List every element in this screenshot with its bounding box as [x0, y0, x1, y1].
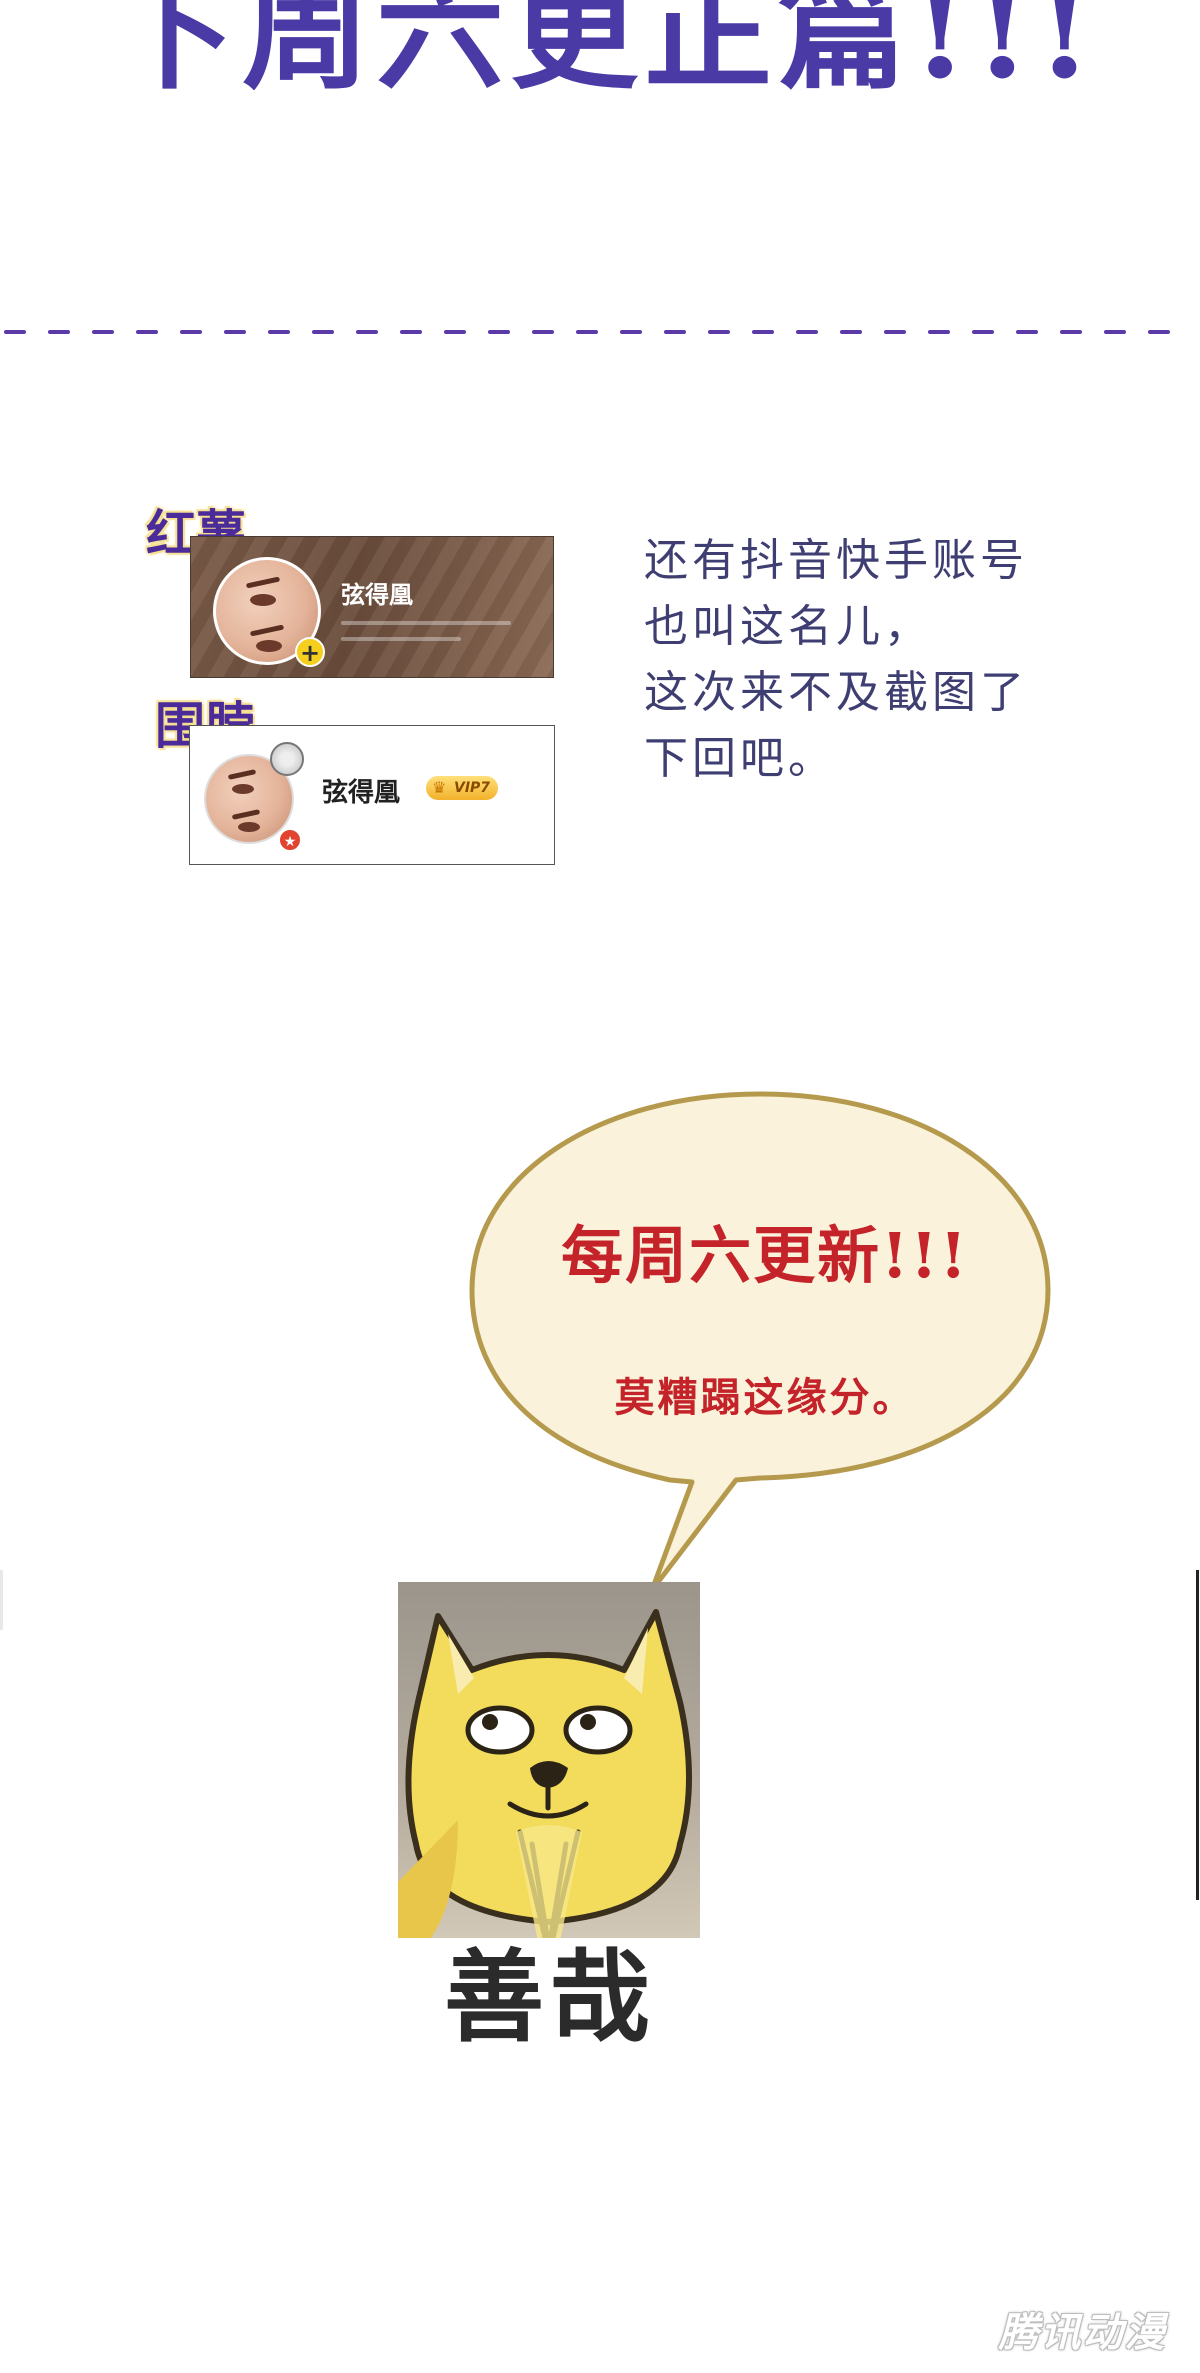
- note-text: 还有抖音快手账号 也叫这名儿， 这次来不及截图了 下回吧。: [644, 528, 1104, 792]
- frame-line: [0, 1570, 3, 1630]
- avatar-frame-icon: [270, 742, 304, 776]
- star-icon: ★: [278, 828, 302, 852]
- vip-badge: ♛ VIP7: [426, 776, 499, 800]
- frame-line: [1196, 1570, 1199, 1900]
- plus-icon: +: [295, 637, 325, 667]
- profile-subline: [341, 621, 511, 625]
- top-banner: 下周六更正篇!!!: [0, 0, 1200, 90]
- note-line: 也叫这名儿，: [644, 601, 932, 652]
- note-line: 下回吧。: [644, 733, 836, 784]
- note-line: 还有抖音快手账号: [644, 535, 1028, 586]
- meme-caption: 善哉: [444, 1938, 656, 2056]
- speech-bubble: [469, 1091, 1051, 1593]
- hongshu-profile-card: + 弦得凰: [190, 536, 554, 678]
- note-line: 这次来不及截图了: [644, 667, 1028, 718]
- vip-level: VIP7: [454, 780, 491, 796]
- crown-icon: ♛: [432, 778, 447, 797]
- profile-subline: [341, 637, 461, 641]
- profile-name: 弦得凰: [322, 778, 401, 808]
- weibo-profile-card: ★ 弦得凰 ♛ VIP7: [189, 725, 555, 865]
- dashed-divider: [4, 330, 1196, 334]
- banner-text: 下周六更正篇!!!: [108, 0, 1099, 90]
- bubble-subtitle: 莫糟蹋这缘分。: [614, 1374, 916, 1421]
- bubble-title: 每周六更新!!!: [561, 1219, 969, 1292]
- watermark-logo: 腾讯动漫: [998, 2310, 1167, 2356]
- profile-name: 弦得凰: [341, 581, 413, 609]
- doge-meme-image: [398, 1582, 700, 1942]
